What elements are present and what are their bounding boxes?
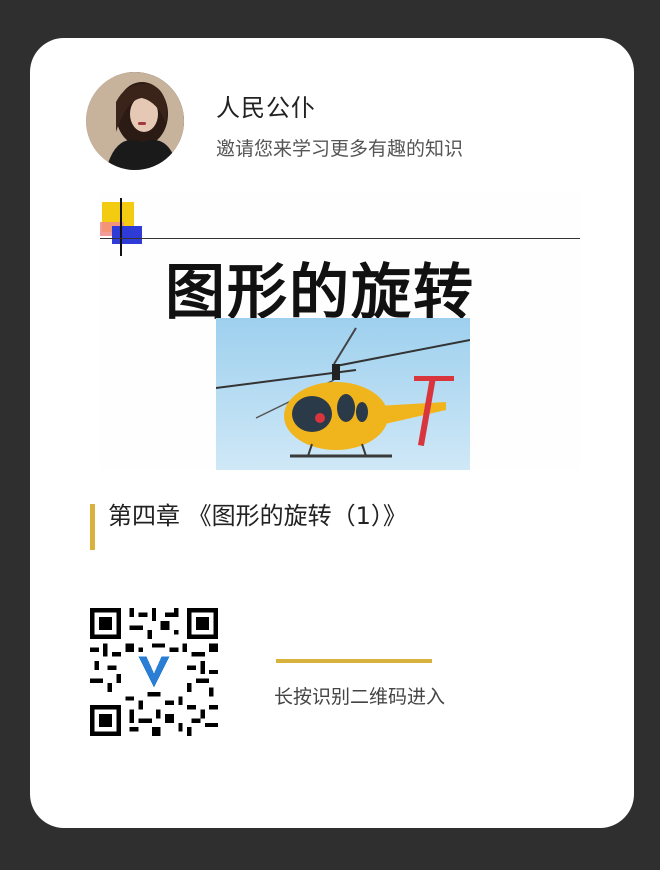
chapter-accent-bar — [90, 504, 95, 550]
author-name: 人民公仆 — [216, 94, 316, 122]
helicopter-image-icon — [215, 318, 471, 470]
qr-hint-text: 长按识别二维码进入 — [274, 686, 446, 708]
qr-code-icon[interactable] — [90, 608, 218, 736]
decor-horizontal-line — [100, 238, 580, 239]
user-avatar-icon[interactable] — [86, 72, 184, 170]
author-subtitle: 邀请您来学习更多有趣的知识 — [216, 138, 464, 160]
share-card: 人民公仆 邀请您来学习更多有趣的知识 图形的旋转 第四章 《图形的旋转（1）》 … — [30, 38, 634, 828]
decor-square-blue — [112, 226, 142, 244]
hint-accent-line — [276, 659, 432, 663]
chapter-title: 第四章 《图形的旋转（1）》 — [108, 502, 407, 530]
cover-image[interactable]: 图形的旋转 — [100, 192, 580, 470]
